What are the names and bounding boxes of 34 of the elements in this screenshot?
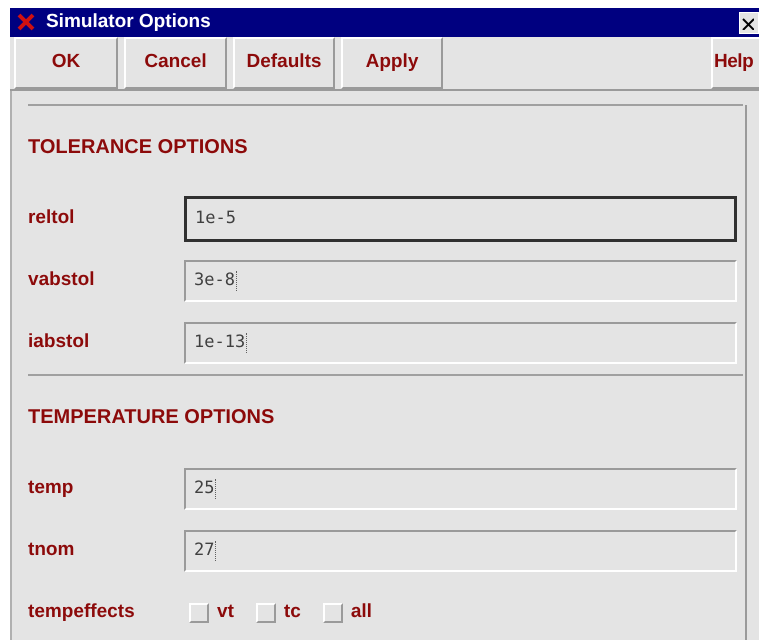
checkbox-label: tc: [284, 600, 301, 624]
checkbox[interactable]: [256, 602, 276, 622]
text-cursor-icon: [236, 270, 240, 290]
text-field[interactable]: 1e-13: [184, 322, 737, 364]
field-label: iabstol: [28, 330, 90, 354]
text-field[interactable]: 1e-5: [184, 196, 737, 242]
dialog-button[interactable]: Help: [711, 36, 759, 88]
section-heading: TOLERANCE OPTIONS: [28, 134, 249, 160]
checkbox-label: vt: [217, 600, 234, 624]
field-label: tempeffects: [28, 600, 136, 624]
checkbox[interactable]: [189, 602, 209, 622]
text-field[interactable]: 27: [184, 530, 737, 572]
field-label: tnom: [28, 538, 76, 562]
field-value: 1e-5: [195, 206, 236, 230]
dialog-button[interactable]: Defaults: [233, 36, 335, 88]
x-logo-icon: [16, 12, 36, 32]
field-value: 3e-8: [194, 268, 235, 292]
field-label: vabstol: [28, 268, 96, 292]
field-label: temp: [28, 476, 74, 500]
checkbox-label: all: [350, 600, 372, 624]
field-value: 27: [194, 538, 214, 562]
window-title: Simulator Options: [46, 10, 211, 34]
checkbox[interactable]: [322, 602, 343, 622]
text-field[interactable]: 3e-8: [184, 260, 737, 302]
field-value: 1e-13: [194, 330, 246, 354]
section-heading: TEMPERATURE OPTIONS: [28, 404, 276, 430]
close-icon: [740, 16, 754, 30]
field-value: 25: [194, 476, 214, 500]
dialog-button[interactable]: Apply: [341, 36, 443, 88]
dialog-button[interactable]: Cancel: [124, 36, 227, 88]
dialog-button[interactable]: OK: [14, 36, 118, 88]
text-field[interactable]: 25: [184, 468, 737, 510]
field-label: reltol: [28, 206, 76, 230]
close-button[interactable]: [739, 12, 759, 34]
